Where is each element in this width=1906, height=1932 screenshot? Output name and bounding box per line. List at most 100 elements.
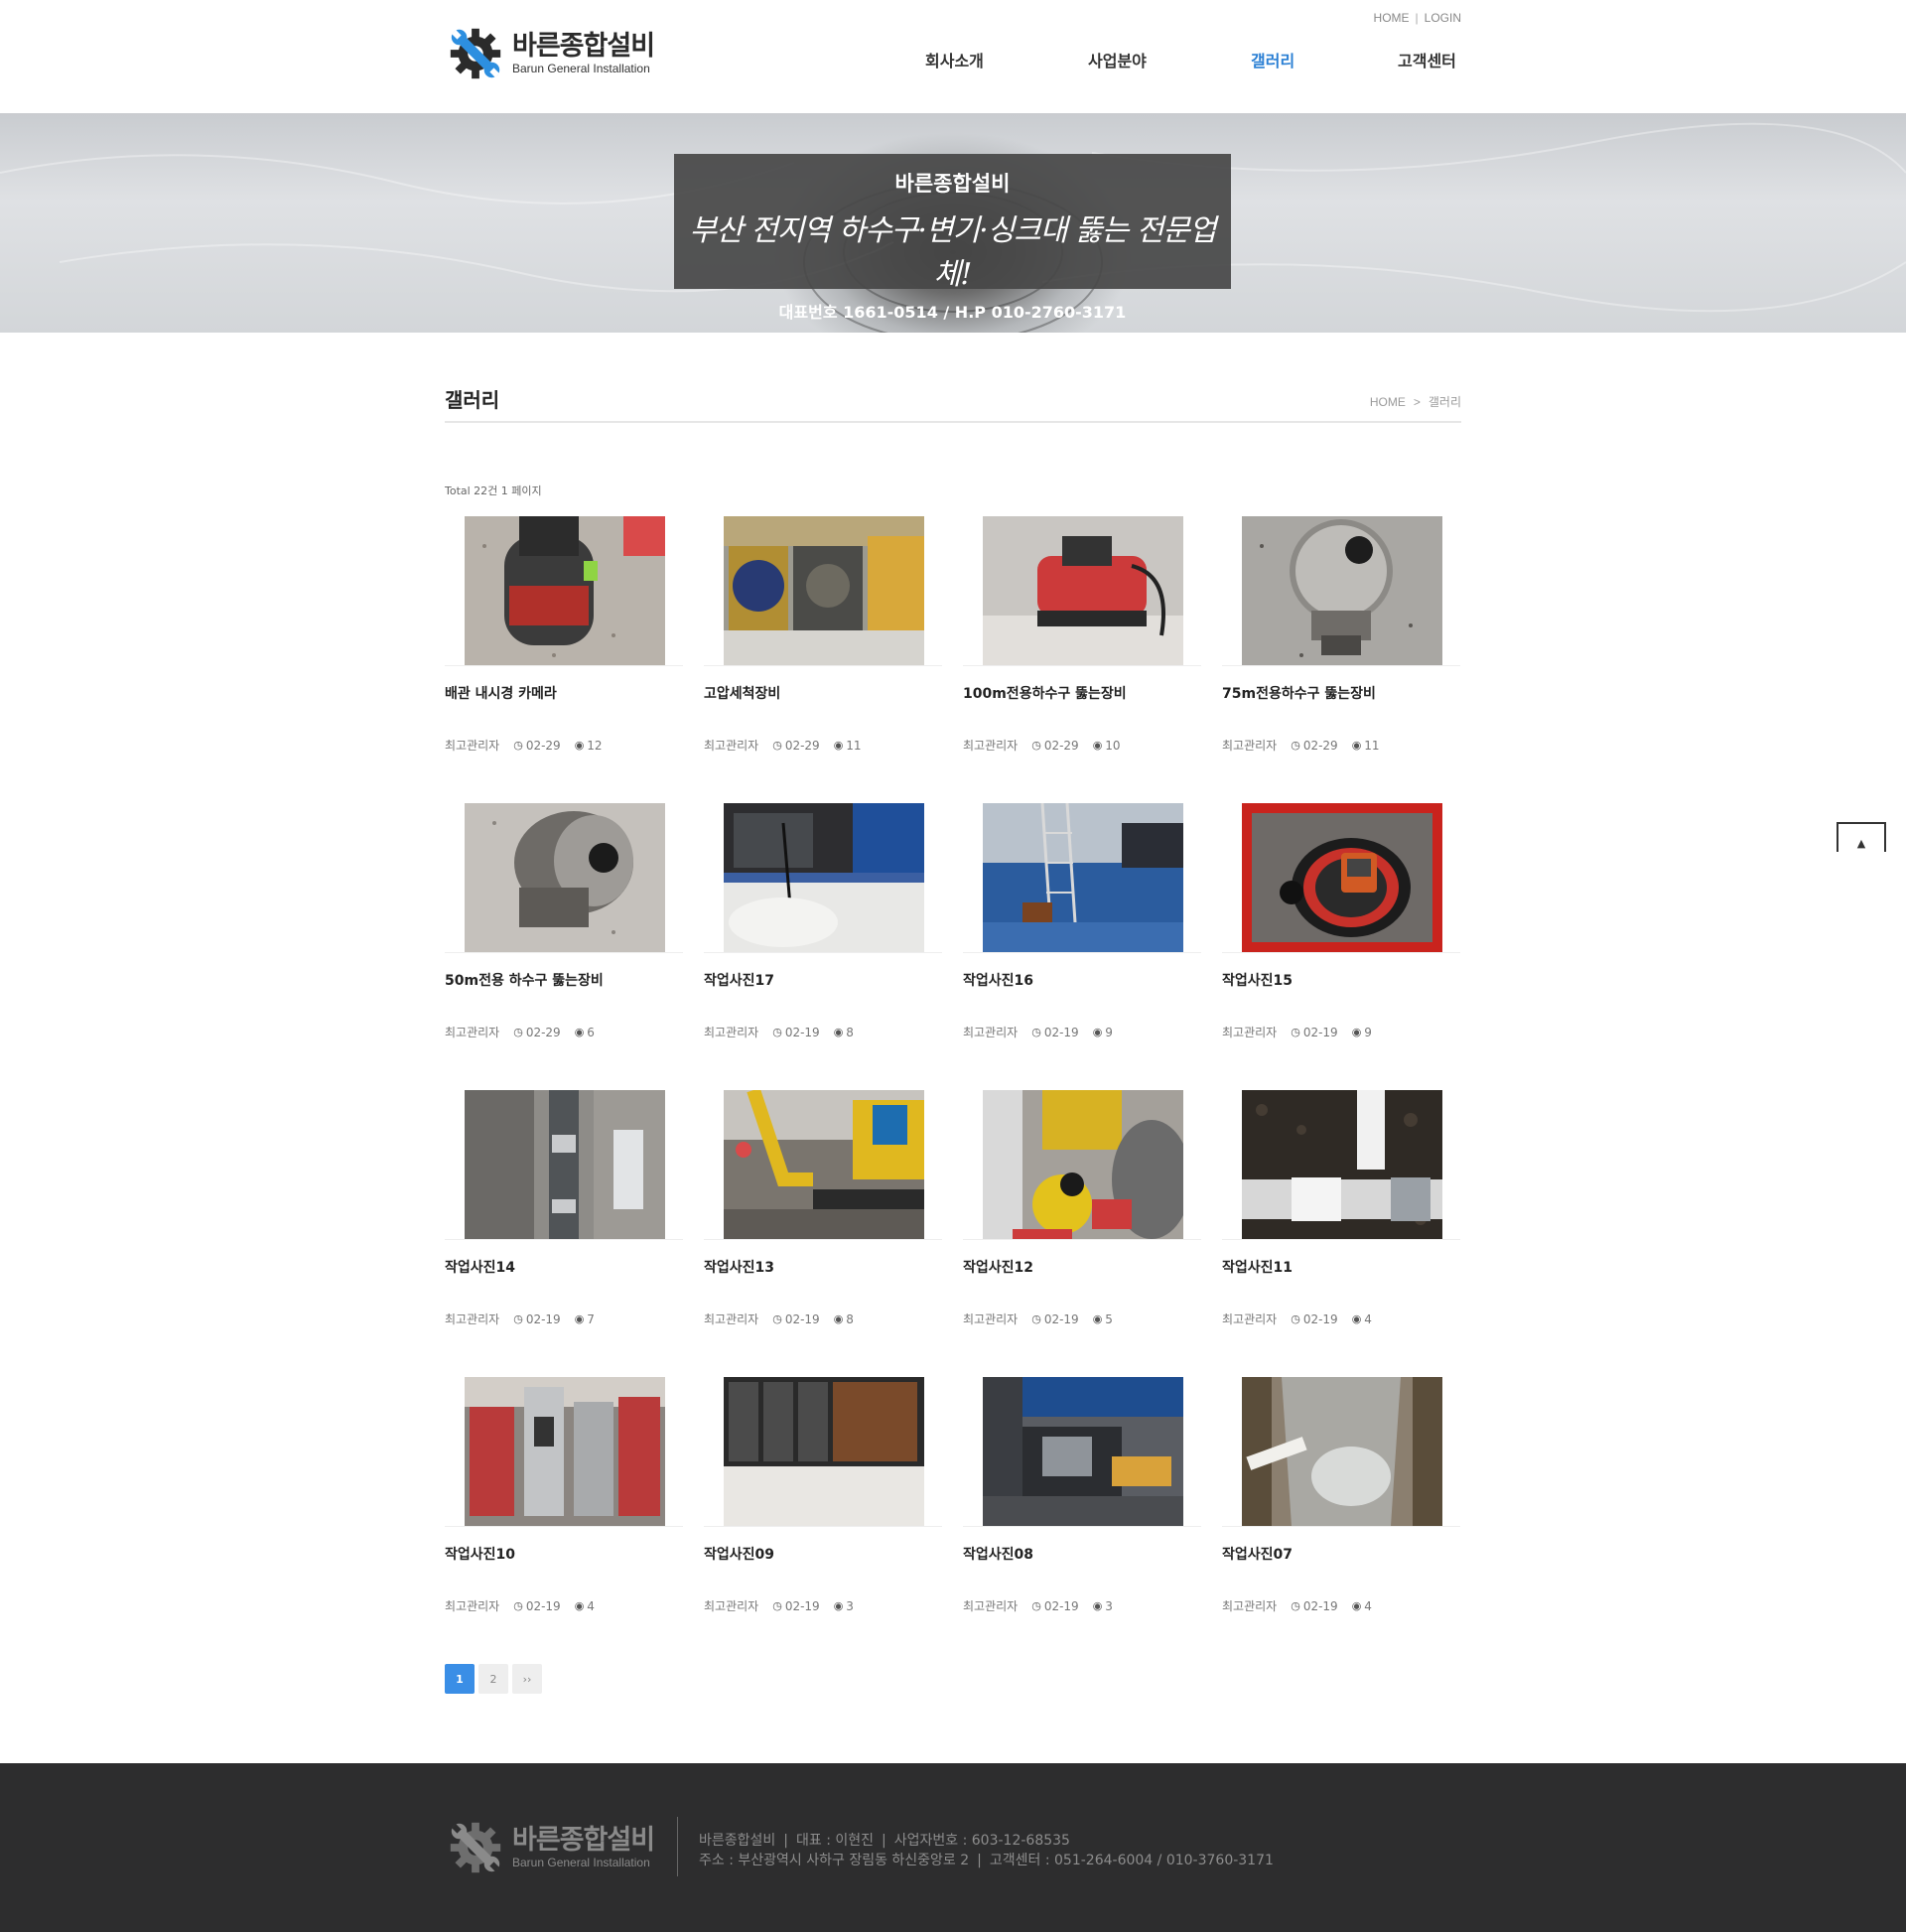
clock-icon: ◷ [1031,1026,1041,1038]
gallery-item[interactable]: 배관 내시경 카메라최고관리자 ◷ 02-29 ◉ 12 [445,516,683,774]
gallery-thumbnail[interactable] [1242,1090,1442,1239]
nav-gallery[interactable]: 갤러리 [1251,48,1398,71]
gallery-thumbnail[interactable] [983,803,1183,952]
banner-title: 바른종합설비 [894,172,1011,196]
site-logo[interactable]: 바른종합설비 Barun General Installation [445,24,663,83]
gallery-item[interactable]: 작업사진10 최고관리자 ◷ 02-19 ◉ 4 [445,1377,683,1635]
gallery-photo [983,1090,1183,1239]
nav-customer-center[interactable]: 고객센터 [1398,48,1456,71]
gallery-item-meta: 최고관리자 ◷ 02-19 ◉ 4 [1222,1311,1372,1327]
clock-icon: ◷ [1291,739,1300,752]
gallery-thumbnail[interactable] [465,803,665,952]
nav-company[interactable]: 회사소개 [925,48,1088,71]
gallery-item-title[interactable]: 작업사진12 [963,1257,1033,1277]
thumbnail-underline [445,665,683,666]
gallery-item-title[interactable]: 75m전용하수구 뚫는장비 [1222,683,1376,703]
gallery-item[interactable]: 75m전용하수구 뚫는장비최고관리자 ◷ 02-29 ◉ 11 [1222,516,1460,774]
gallery-item-title[interactable]: 작업사진08 [963,1544,1033,1564]
gallery-item-title[interactable]: 작업사진07 [1222,1544,1293,1564]
gallery-thumbnail[interactable] [465,1377,665,1526]
hero-banner: 바른종합설비 부산 전지역 하수구·변기·싱크대 뚫는 전문업체! 대표번호 1… [0,113,1906,333]
eye-icon: ◉ [833,1312,844,1325]
gallery-photo [1242,1090,1442,1239]
thumbnail-underline [963,952,1201,953]
gallery-thumbnail[interactable] [465,516,665,665]
next-page-button[interactable]: ›› [512,1664,542,1694]
util-separator: | [1415,11,1419,25]
gallery-item-title[interactable]: 작업사진14 [445,1257,515,1277]
gallery-item-date: 02-19 [1302,1311,1338,1326]
gallery-thumbnail[interactable] [724,516,924,665]
home-link[interactable]: HOME [1374,11,1410,25]
gallery-item[interactable]: 고압세척장비 최고관리자 ◷ 02-29 ◉ 11 [704,516,942,774]
gallery-photo [983,516,1183,665]
info-separator: | [977,1853,982,1868]
address: 주소 : 부산광역시 사하구 장림동 하신중앙로 2 [699,1853,970,1868]
gallery-item-meta: 최고관리자 ◷ 02-29 ◉ 12 [445,737,603,754]
business-number: 사업자번호 : 603-12-68535 [893,1833,1070,1849]
gallery-item[interactable]: 작업사진09 최고관리자 ◷ 02-19 ◉ 3 [704,1377,942,1635]
gallery-item-views: 9 [1364,1025,1372,1039]
gallery-item-title[interactable]: 고압세척장비 [704,683,780,703]
gallery-thumbnail[interactable] [983,1377,1183,1526]
clock-icon: ◷ [1031,739,1041,752]
gallery-item-meta: 최고관리자 ◷ 02-29 ◉ 11 [1222,737,1380,754]
gallery-thumbnail[interactable] [983,1090,1183,1239]
gallery-item-views: 12 [587,738,603,753]
page-1-button[interactable]: 1 [445,1664,475,1694]
gallery-thumbnail[interactable] [1242,1377,1442,1526]
page-2-button[interactable]: 2 [478,1664,508,1694]
total-count: Total 22건 1 페이지 [445,484,542,497]
gallery-item-author: 최고관리자 [704,739,759,753]
gallery-item[interactable]: 작업사진16 최고관리자 ◷ 02-19 ◉ 9 [963,803,1201,1061]
gallery-item-title[interactable]: 배관 내시경 카메라 [445,683,557,703]
gallery-item-date: 02-29 [1043,738,1079,753]
banner-slogan: 부산 전지역 하수구·변기·싱크대 뚫는 전문업체! [689,213,1216,292]
gallery-item-title[interactable]: 작업사진16 [963,970,1033,990]
breadcrumb-home[interactable]: HOME [1370,395,1406,409]
gallery-item[interactable]: 작업사진13 최고관리자 ◷ 02-19 ◉ 8 [704,1090,942,1348]
gallery-item-title[interactable]: 작업사진11 [1222,1257,1293,1277]
gallery-item-views: 9 [1105,1025,1113,1039]
gallery-item-author: 최고관리자 [1222,1026,1278,1039]
footer-logo-text: 바른종합설비 Barun General Installation [512,1826,655,1870]
gallery-item-author: 최고관리자 [445,1026,500,1039]
gallery-thumbnail[interactable] [1242,516,1442,665]
gallery-item-views: 4 [1364,1598,1372,1613]
gallery-photo [983,803,1183,952]
gallery-thumbnail[interactable] [724,803,924,952]
gallery-item[interactable]: 작업사진12 최고관리자 ◷ 02-19 ◉ 5 [963,1090,1201,1348]
gallery-item[interactable]: 50m전용 하수구 뚫는장비 최고관리자 ◷ 02-29 ◉ 6 [445,803,683,1061]
nav-business[interactable]: 사업분야 [1088,48,1251,71]
gallery-item-views: 5 [1105,1311,1113,1326]
thumbnail-underline [963,1239,1201,1240]
scroll-top-button[interactable]: ▲ [1837,822,1886,852]
gallery-item-title[interactable]: 작업사진10 [445,1544,515,1564]
gallery-item[interactable]: 작업사진11 최고관리자 ◷ 02-19 ◉ 4 [1222,1090,1460,1348]
gallery-item[interactable]: 작업사진17 최고관리자 ◷ 02-19 ◉ 8 [704,803,942,1061]
gallery-thumbnail[interactable] [465,1090,665,1239]
gallery-photo [465,1090,665,1239]
clock-icon: ◷ [513,739,523,752]
clock-icon: ◷ [772,1599,782,1612]
gallery-item[interactable]: 100m전용하수구 뚫는장비 최고관리자 ◷ 02-29 ◉ 10 [963,516,1201,774]
gallery-item-title[interactable]: 작업사진13 [704,1257,774,1277]
gallery-item-views: 11 [846,738,862,753]
gallery-item-title[interactable]: 작업사진09 [704,1544,774,1564]
gallery-item[interactable]: 작업사진07 최고관리자 ◷ 02-19 ◉ 4 [1222,1377,1460,1635]
gallery-item-title[interactable]: 작업사진15 [1222,970,1293,990]
login-link[interactable]: LOGIN [1425,11,1461,25]
gallery-item[interactable]: 작업사진14 최고관리자 ◷ 02-19 ◉ 7 [445,1090,683,1348]
gallery-item-author: 최고관리자 [704,1599,759,1613]
gallery-thumbnail[interactable] [724,1377,924,1526]
gallery-item-date: 02-19 [525,1311,561,1326]
gallery-item-title[interactable]: 50m전용 하수구 뚫는장비 [445,970,604,990]
gallery-item[interactable]: 작업사진15 최고관리자 ◷ 02-19 ◉ 9 [1222,803,1460,1061]
gallery-item[interactable]: 작업사진08 최고관리자 ◷ 02-19 ◉ 3 [963,1377,1201,1635]
gallery-thumbnail[interactable] [724,1090,924,1239]
gallery-item-title[interactable]: 작업사진17 [704,970,774,990]
gallery-thumbnail[interactable] [983,516,1183,665]
gallery-photo [465,516,665,665]
gallery-item-title[interactable]: 100m전용하수구 뚫는장비 [963,683,1127,703]
gallery-thumbnail[interactable] [1242,803,1442,952]
